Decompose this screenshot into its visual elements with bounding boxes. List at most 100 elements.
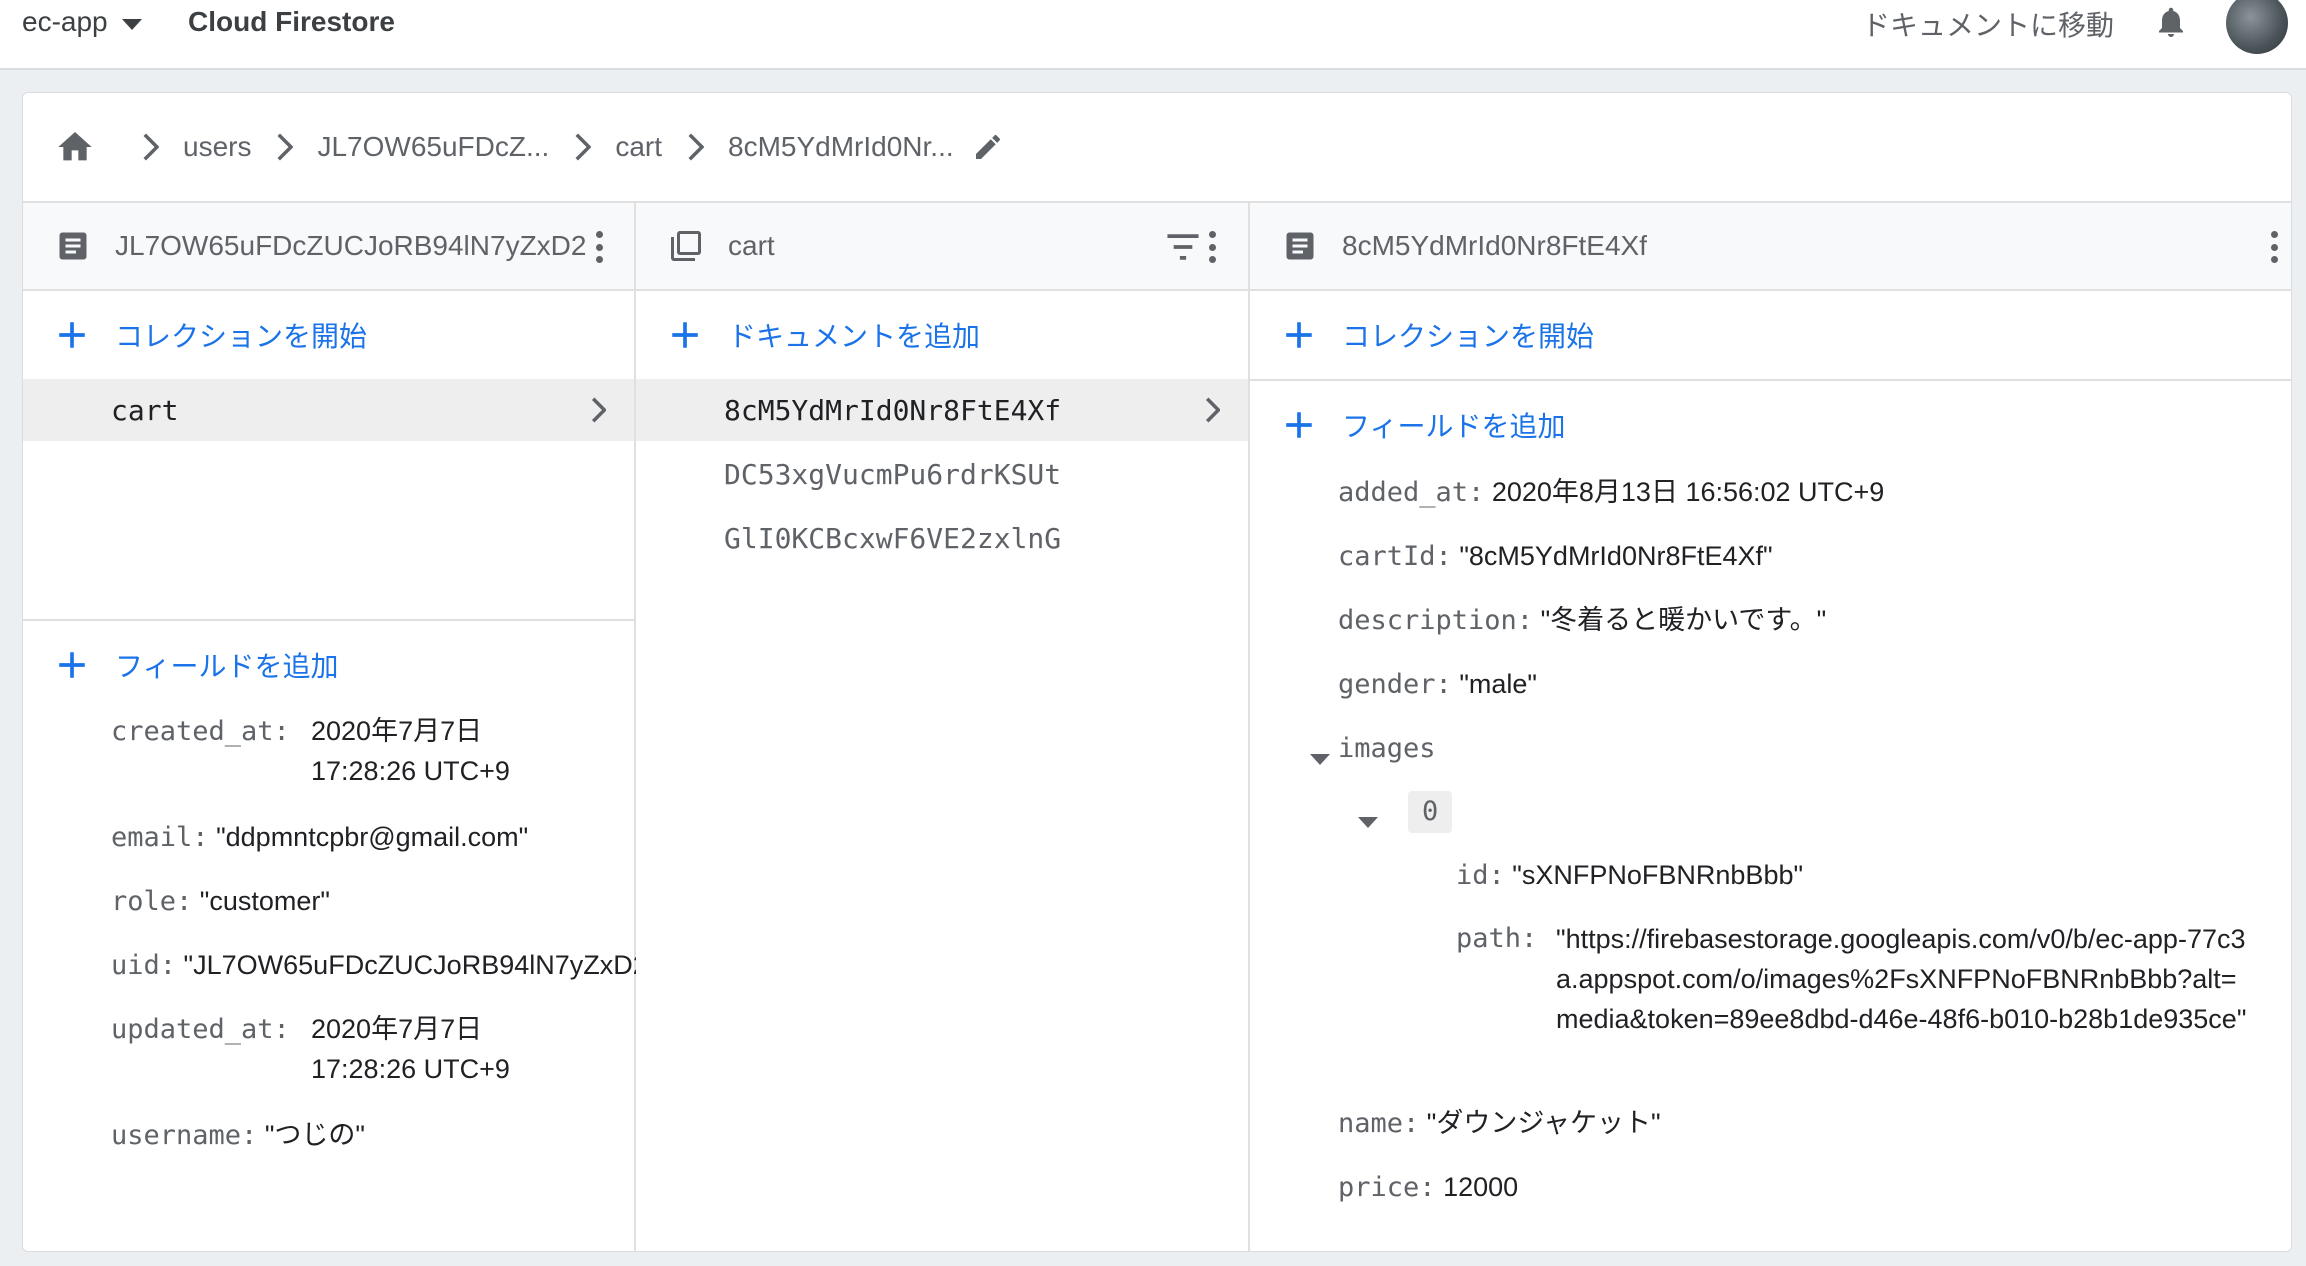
plus-icon [59, 652, 85, 678]
start-collection-label: コレクションを開始 [1342, 321, 1595, 352]
field-updated-at[interactable]: updated_at: 2020年7月7日 17:28:26 UTC+9 [111, 1009, 510, 1084]
add-document-label: ドキュメントを追加 [728, 321, 981, 352]
start-collection-label: コレクションを開始 [115, 321, 368, 352]
field-key: price: [1338, 1172, 1436, 1203]
field-key: gender: [1338, 669, 1452, 700]
field-key: cartId: [1338, 541, 1452, 572]
field-image-id[interactable]: id: "sXNFPNoFBNRnbBbb" [1456, 855, 1803, 896]
field-name[interactable]: name: "ダウンジャケット" [1338, 1103, 1661, 1144]
expand-icon[interactable] [1358, 817, 1378, 828]
panel-title: JL7OW65uFDcZUCJoRB94lN7yZxD2 [115, 230, 587, 261]
field-description[interactable]: description: "冬着ると暖かいです。" [1338, 600, 1826, 641]
field-value: 12000 [1443, 1172, 1519, 1202]
cart-document-panel: 8cM5YdMrId0Nr8FtE4Xf コレクションを開始 フィールドを追加 … [1250, 203, 2291, 1251]
field-key: created_at: [111, 716, 290, 747]
document-icon [1286, 232, 1314, 260]
field-value-line2: 17:28:26 UTC+9 [311, 756, 510, 786]
plus-icon [1286, 412, 1312, 438]
field-value-line2: 17:28:26 UTC+9 [311, 1054, 510, 1084]
array-index-chip[interactable]: 0 [1408, 791, 1453, 833]
cart-collection-panel: cart ドキュメントを追加 8cM5YdMrId0Nr8FtE4Xf DC53… [636, 203, 1250, 1251]
chevron-right-icon [143, 133, 159, 161]
field-key: name: [1338, 1108, 1420, 1139]
field-uid[interactable]: uid: "JL7OW65uFDcZUCJoRB94lN7yZxD2" [111, 945, 636, 986]
plus-icon [672, 322, 698, 348]
breadcrumb-users[interactable]: users [183, 131, 251, 163]
field-cart-id[interactable]: cartId: "8cM5YdMrId0Nr8FtE4Xf" [1338, 536, 1773, 577]
panel-title: cart [728, 230, 775, 261]
chevron-right-icon [688, 133, 704, 161]
breadcrumb-cart[interactable]: cart [615, 131, 662, 163]
start-collection-button[interactable]: コレクションを開始 [23, 291, 634, 379]
field-value: "ddpmntcpbr@gmail.com" [216, 822, 529, 852]
panel-title: 8cM5YdMrId0Nr8FtE4Xf [1342, 230, 1647, 261]
project-selector[interactable]: ec-app [22, 6, 142, 38]
plus-icon [59, 322, 85, 348]
chevron-right-icon [575, 133, 592, 161]
field-price[interactable]: price: 12000 [1338, 1167, 1518, 1208]
top-app-bar: ec-app Cloud Firestore ドキュメントに移動 [0, 0, 2306, 70]
field-key: updated_at: [111, 1014, 290, 1045]
field-value: "https://firebasestorage.googleapis.com/… [1556, 924, 2247, 1034]
chevron-right-icon [277, 133, 294, 161]
field-email[interactable]: email: "ddpmntcpbr@gmail.com" [111, 817, 528, 858]
field-gender[interactable]: gender: "male" [1338, 664, 1537, 705]
plus-icon [1286, 322, 1312, 348]
add-field-button[interactable]: フィールドを追加 [1250, 381, 2291, 469]
user-document-panel: JL7OW65uFDcZUCJoRB94lN7yZxD2 コレクションを開始 c… [23, 203, 636, 1251]
field-key: added_at: [1338, 477, 1485, 508]
field-value: 2020年7月7日 [311, 716, 483, 746]
document-item[interactable]: DC53xgVucmPu6rdrKSUt [636, 443, 1248, 505]
filter-icon[interactable] [1164, 233, 1202, 261]
field-added-at[interactable]: added_at: 2020年8月13日 16:56:02 UTC+9 [1338, 472, 1884, 513]
start-collection-button[interactable]: コレクションを開始 [1250, 291, 2291, 379]
field-username[interactable]: username: "つじの" [111, 1115, 365, 1156]
field-value: "customer" [199, 886, 330, 916]
goto-docs-link[interactable]: ドキュメントに移動 [1862, 4, 2114, 44]
field-key: description: [1338, 605, 1534, 636]
chevron-right-icon [1205, 397, 1220, 423]
field-key: images [1338, 733, 1436, 764]
project-name: ec-app [22, 6, 108, 37]
field-images[interactable]: images [1338, 728, 1436, 769]
field-value: "8cM5YdMrId0Nr8FtE4Xf" [1459, 541, 1773, 571]
panel-header: JL7OW65uFDcZUCJoRB94lN7yZxD2 [23, 203, 634, 291]
field-role[interactable]: role: "customer" [111, 881, 330, 922]
bell-icon[interactable] [2153, 2, 2189, 42]
avatar[interactable] [2226, 0, 2288, 54]
document-id: GlI0KCBcxwF6VE2zxlnG [724, 521, 1062, 555]
collection-icon [671, 231, 701, 261]
add-document-button[interactable]: ドキュメントを追加 [636, 291, 1248, 379]
pencil-icon[interactable] [972, 131, 1004, 163]
collection-item-cart[interactable]: cart [23, 379, 634, 441]
collection-name: cart [111, 393, 179, 427]
document-icon [59, 232, 87, 260]
add-field-label: フィールドを追加 [115, 651, 339, 682]
add-field-button[interactable]: フィールドを追加 [23, 621, 634, 709]
field-value: 2020年8月13日 16:56:02 UTC+9 [1491, 477, 1885, 507]
field-key: path: [1456, 923, 1538, 954]
document-item[interactable]: GlI0KCBcxwF6VE2zxlnG [636, 507, 1248, 569]
document-item-selected[interactable]: 8cM5YdMrId0Nr8FtE4Xf [636, 379, 1248, 441]
add-field-label: フィールドを追加 [1342, 411, 1566, 442]
field-key: id: [1456, 860, 1505, 891]
field-value: 2020年7月7日 [311, 1014, 483, 1044]
breadcrumb: users JL7OW65uFDcZ... cart 8cM5YdMrId0Nr… [23, 93, 2291, 203]
caret-down-icon [121, 18, 142, 30]
panel-header: 8cM5YdMrId0Nr8FtE4Xf [1250, 203, 2291, 291]
breadcrumb-cart-doc[interactable]: 8cM5YdMrId0Nr... [728, 131, 954, 163]
more-vert-icon[interactable] [593, 227, 605, 267]
product-name: Cloud Firestore [188, 6, 395, 37]
more-vert-icon[interactable] [2268, 227, 2280, 267]
home-icon[interactable] [53, 127, 97, 167]
document-id: DC53xgVucmPu6rdrKSUt [724, 457, 1062, 491]
field-key: uid: [111, 950, 177, 981]
breadcrumb-user-doc[interactable]: JL7OW65uFDcZ... [317, 131, 549, 163]
more-vert-icon[interactable] [1206, 227, 1218, 267]
expand-icon[interactable] [1310, 754, 1330, 765]
field-value: "sXNFPNoFBNRnbBbb" [1512, 860, 1804, 890]
field-created-at[interactable]: created_at: 2020年7月7日 17:28:26 UTC+9 [111, 711, 510, 786]
field-key: email: [111, 822, 209, 853]
field-key: role: [111, 886, 193, 917]
field-value: "JL7OW65uFDcZUCJoRB94lN7yZxD2" [183, 950, 636, 980]
